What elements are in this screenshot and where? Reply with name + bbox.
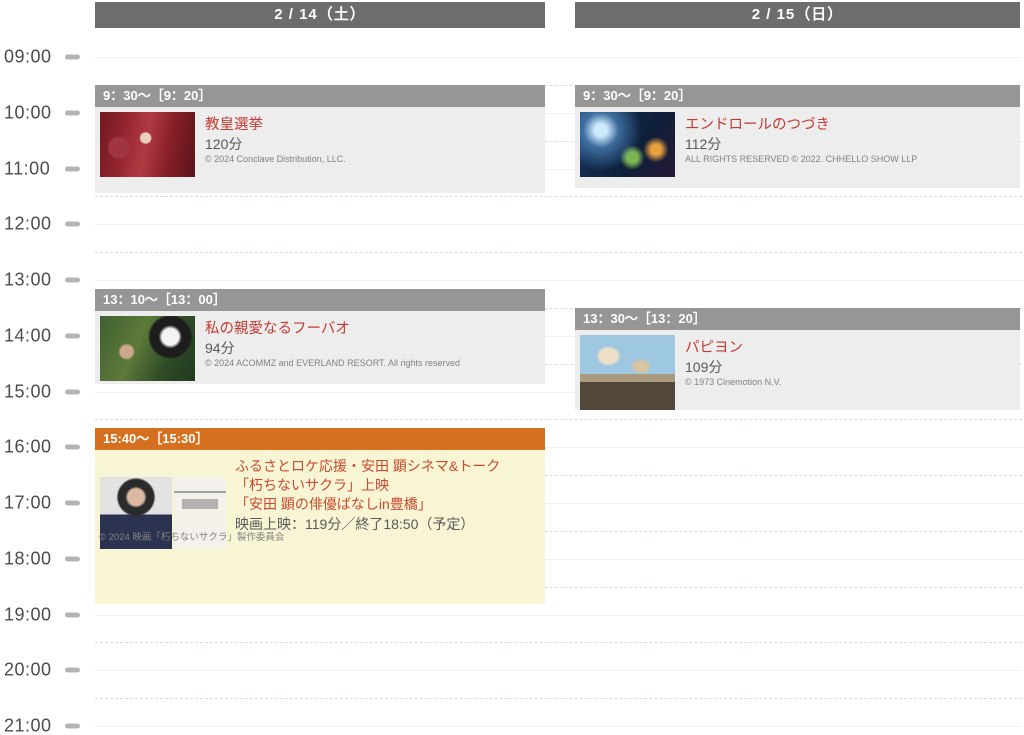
hour-tick-icon bbox=[65, 278, 80, 283]
show-card-body: 私の親愛なるフーバオ 94分 © 2024 ACOMMZ and EVERLAN… bbox=[95, 311, 545, 384]
gridline-half-hour bbox=[95, 642, 1022, 643]
event-title-line-3[interactable]: 「安田 顕の俳優ばなしin豊橋」 bbox=[235, 494, 432, 514]
event-title-line-2[interactable]: 「朽ちないサクラ」上映 bbox=[235, 475, 389, 495]
hour-tick-icon bbox=[65, 668, 80, 673]
time-label: 15:00 bbox=[0, 381, 52, 402]
gridline-half-hour bbox=[95, 252, 1022, 253]
time-label: 09:00 bbox=[0, 47, 52, 68]
movie-copyright: © 2024 Conclave Distribution, LLC. bbox=[205, 154, 346, 164]
time-row: 17:00 bbox=[0, 493, 94, 514]
time-row: 19:00 bbox=[0, 604, 94, 625]
movie-title-link[interactable]: 教皇選挙 bbox=[205, 113, 263, 134]
show-card-body: 教皇選挙 120分 © 2024 Conclave Distribution, … bbox=[95, 107, 545, 193]
time-label: 14:00 bbox=[0, 325, 52, 346]
show-time-header: 9：30～［9：20］ bbox=[575, 85, 1020, 107]
time-row: 18:00 bbox=[0, 548, 94, 569]
time-label: 11:00 bbox=[0, 158, 50, 179]
time-label: 16:00 bbox=[0, 437, 52, 458]
time-label: 10:00 bbox=[0, 102, 52, 123]
gridline-hour bbox=[95, 57, 1022, 58]
time-label: 19:00 bbox=[0, 604, 52, 625]
gridline-half-hour bbox=[95, 196, 1022, 197]
show-time-header: 13：30～［13：20］ bbox=[575, 308, 1020, 330]
hour-tick-icon bbox=[65, 55, 80, 60]
gridline-hour bbox=[95, 280, 1022, 281]
hour-tick-icon bbox=[65, 333, 80, 338]
movie-title-link[interactable]: 私の親愛なるフーバオ bbox=[205, 317, 350, 338]
gridline-hour bbox=[95, 615, 1022, 616]
movie-title-link[interactable]: パピヨン bbox=[685, 336, 743, 357]
time-label: 17:00 bbox=[0, 493, 52, 514]
show-card-body: パピヨン 109分 © 1973 Cinemotion N.V. bbox=[575, 330, 1020, 410]
event-copyright: © 2024 映画「朽ちないサクラ」製作委員会 bbox=[99, 529, 284, 543]
day-header-sun: 2 / 15（日） bbox=[575, 2, 1020, 28]
event-card-body: ふるさとロケ応援・安田 顕シネマ&トーク 「朽ちないサクラ」上映 「安田 顕の俳… bbox=[95, 450, 545, 604]
show-card-body: エンドロールのつづき 112分 ALL RIGHTS RESERVED © 20… bbox=[575, 107, 1020, 188]
time-label: 20:00 bbox=[0, 660, 52, 681]
show-card-papillon: 13：30～［13：20］ パピヨン 109分 © 1973 Cinemotio… bbox=[575, 308, 1020, 410]
time-row: 10:00 bbox=[0, 102, 94, 123]
show-time-header: 9：30～［9：20］ bbox=[95, 85, 545, 107]
event-time-header: 15:40～［15:30］ bbox=[95, 428, 545, 450]
hour-tick-icon bbox=[65, 389, 80, 394]
time-label: 21:00 bbox=[0, 716, 52, 735]
movie-duration: 109分 bbox=[685, 357, 722, 377]
hour-tick-icon bbox=[65, 445, 80, 450]
event-card-kuchinai-sakura: 15:40～［15:30］ ふるさとロケ応援・安田 顕シネマ&トーク 「朽ちない… bbox=[95, 428, 545, 604]
hour-tick-icon bbox=[65, 501, 80, 506]
gridline-half-hour bbox=[95, 698, 1022, 699]
time-label: 13:00 bbox=[0, 270, 52, 291]
movie-title-link[interactable]: エンドロールのつづき bbox=[685, 113, 830, 134]
time-row: 16:00 bbox=[0, 437, 94, 458]
time-row: 21:00 bbox=[0, 716, 94, 735]
show-card-endroll: 9：30～［9：20］ エンドロールのつづき 112分 ALL RIGHTS R… bbox=[575, 85, 1020, 188]
time-row: 09:00 bbox=[0, 47, 94, 68]
time-row: 14:00 bbox=[0, 325, 94, 346]
day-header-sat: 2 / 14（土） bbox=[95, 2, 545, 28]
hour-tick-icon bbox=[65, 724, 80, 729]
hour-tick-icon bbox=[65, 166, 80, 171]
movie-copyright: ALL RIGHTS RESERVED © 2022. CHHELLO SHOW… bbox=[685, 154, 917, 164]
show-card-conclave: 9：30～［9：20］ 教皇選挙 120分 © 2024 Conclave Di… bbox=[95, 85, 545, 193]
hour-tick-icon bbox=[65, 110, 80, 115]
gridline-hour bbox=[95, 670, 1022, 671]
movie-thumbnail[interactable] bbox=[580, 112, 675, 177]
time-row: 12:00 bbox=[0, 214, 94, 235]
movie-thumbnail[interactable] bbox=[100, 316, 195, 381]
time-row: 15:00 bbox=[0, 381, 94, 402]
time-row: 11:00 bbox=[0, 158, 94, 179]
time-label: 12:00 bbox=[0, 214, 52, 235]
gridline-hour bbox=[95, 224, 1022, 225]
show-time-header: 13：10～［13：00］ bbox=[95, 289, 545, 311]
gridline-half-hour bbox=[95, 419, 1022, 420]
movie-duration: 112分 bbox=[685, 134, 721, 154]
movie-copyright: © 1973 Cinemotion N.V. bbox=[685, 377, 781, 387]
movie-duration: 120分 bbox=[205, 134, 242, 154]
hour-tick-icon bbox=[65, 222, 80, 227]
time-row: 13:00 bbox=[0, 270, 94, 291]
movie-duration: 94分 bbox=[205, 338, 235, 358]
hour-tick-icon bbox=[65, 556, 80, 561]
movie-thumbnail[interactable] bbox=[580, 335, 675, 410]
movie-thumbnail[interactable] bbox=[100, 112, 195, 177]
movie-copyright: © 2024 ACOMMZ and EVERLAND RESORT. All r… bbox=[205, 358, 460, 368]
time-label: 18:00 bbox=[0, 548, 52, 569]
gridline-hour bbox=[95, 726, 1022, 727]
event-title-line-1[interactable]: ふるさとロケ応援・安田 顕シネマ&トーク bbox=[235, 456, 500, 476]
show-card-fubao: 13：10～［13：00］ 私の親愛なるフーバオ 94分 © 2024 ACOM… bbox=[95, 289, 545, 384]
hour-tick-icon bbox=[65, 612, 80, 617]
time-row: 20:00 bbox=[0, 660, 94, 681]
cinema-timetable-page: 2 / 14（土） 2 / 15（日） 09:00 10:00 11:00 12… bbox=[0, 0, 1024, 735]
